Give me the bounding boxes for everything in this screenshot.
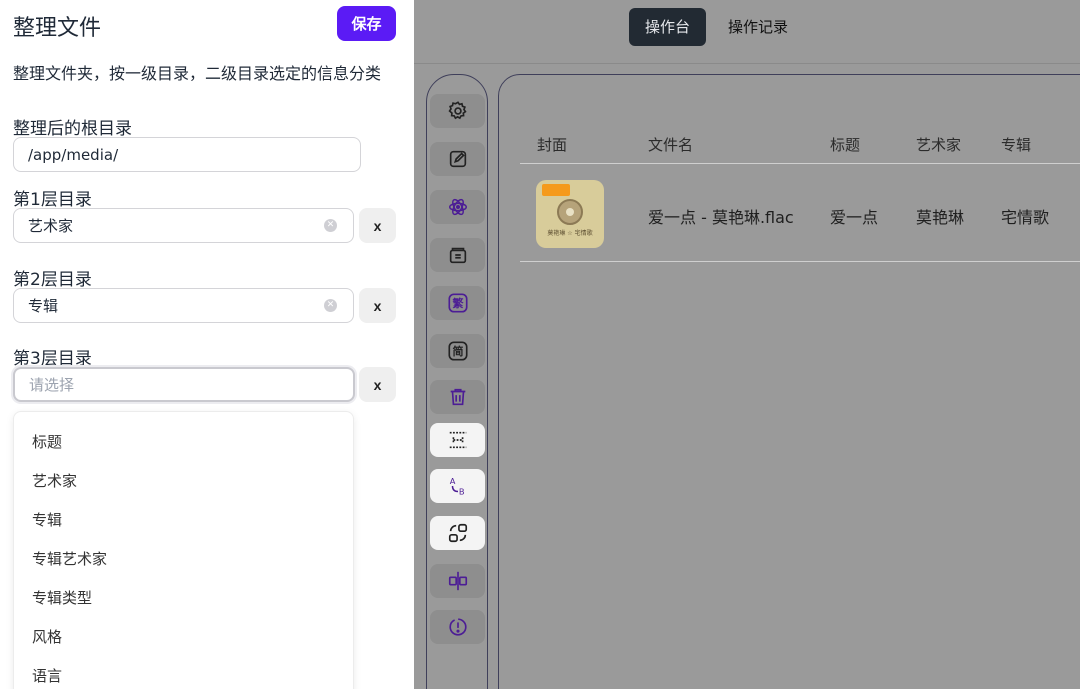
root-dir-value: /app/media/ — [28, 145, 119, 164]
traditional-chinese-icon: 繁 — [447, 293, 468, 313]
option-album-type[interactable]: 专辑类型 — [32, 587, 92, 608]
cover-caption: 莫艳琳 ☆ 宅情歌 — [547, 230, 593, 237]
option-album[interactable]: 专辑 — [32, 509, 62, 530]
remove-level1-button[interactable]: x — [359, 208, 396, 243]
cell-filename: 爱一点 - 莫艳琳.flac — [648, 208, 794, 227]
option-artist[interactable]: 艺术家 — [32, 470, 77, 491]
option-title[interactable]: 标题 — [32, 431, 62, 452]
edit-button[interactable] — [430, 142, 485, 176]
drawer-description: 整理文件夹，按一级目录，二级目录选定的信息分类 — [13, 64, 382, 83]
root-dir-label: 整理后的根目录 — [13, 119, 132, 139]
option-language[interactable]: 语言 — [32, 665, 62, 686]
traditional-glyph: 繁 — [451, 296, 464, 310]
clear-icon[interactable]: ✕ — [324, 219, 337, 232]
header-filename: 文件名 — [648, 136, 694, 154]
header-cover: 封面 — [537, 136, 568, 154]
album-cover: 莫艳琳 ☆ 宅情歌 — [536, 180, 604, 248]
remove-level2-button[interactable]: x — [359, 288, 396, 323]
gear-icon — [447, 101, 467, 120]
level3-label: 第3层目录 — [13, 349, 92, 369]
top-navigation: 操作台 操作记录 — [414, 0, 1080, 64]
simplified-glyph: 简 — [452, 344, 463, 358]
level2-label: 第2层目录 — [13, 270, 92, 290]
ab-b-glyph: B — [458, 486, 464, 496]
swap-button[interactable] — [430, 516, 485, 550]
atom-icon — [448, 198, 467, 216]
tab-history[interactable]: 操作记录 — [712, 8, 804, 46]
package-icon — [449, 247, 466, 264]
delete-button[interactable] — [430, 380, 485, 414]
alert-button[interactable] — [430, 610, 485, 644]
cell-artist: 莫艳琳 — [916, 208, 965, 227]
row-divider — [520, 261, 1080, 262]
level2-value: 专辑 — [28, 297, 59, 315]
header-title: 标题 — [830, 136, 861, 154]
simplified-chinese-button[interactable]: 简 — [430, 334, 485, 368]
root-dir-input[interactable]: /app/media/ — [13, 137, 361, 172]
replace-icon: AB — [449, 476, 464, 496]
edit-icon — [449, 150, 466, 168]
level2-select[interactable]: 专辑 ✕ — [13, 288, 354, 323]
drawer-title: 整理文件 — [13, 16, 102, 41]
header-album: 专辑 — [1001, 136, 1032, 154]
tab-workbench[interactable]: 操作台 — [629, 8, 707, 46]
spacing-button[interactable] — [430, 423, 485, 457]
settings-button[interactable] — [430, 94, 485, 128]
swap-icon — [448, 523, 467, 543]
trash-icon — [450, 388, 465, 406]
header-divider — [520, 163, 1080, 164]
align-center-icon — [448, 571, 467, 591]
atom-button[interactable] — [430, 190, 485, 224]
alert-icon — [448, 618, 467, 636]
replace-button[interactable]: AB — [430, 469, 485, 503]
level3-dropdown: 标题 艺术家 专辑 专辑艺术家 专辑类型 风格 语言 — [13, 411, 354, 689]
disc-icon — [557, 199, 583, 225]
level3-select[interactable]: 请选择 — [13, 367, 355, 402]
option-genre[interactable]: 风格 — [32, 626, 62, 647]
level1-select[interactable]: 艺术家 ✕ — [13, 208, 354, 243]
cell-title: 爱一点 — [830, 208, 879, 227]
level1-value: 艺术家 — [28, 217, 74, 235]
package-button[interactable] — [430, 238, 485, 272]
option-album-artist[interactable]: 专辑艺术家 — [32, 548, 107, 569]
remove-level3-button[interactable]: x — [359, 367, 396, 402]
cover-tag — [542, 184, 570, 196]
traditional-chinese-button[interactable]: 繁 — [430, 286, 485, 320]
save-button[interactable]: 保存 — [337, 6, 396, 41]
file-table-panel — [498, 74, 1080, 689]
header-artist: 艺术家 — [916, 136, 962, 154]
ab-a-glyph: A — [449, 476, 455, 486]
simplified-chinese-icon: 简 — [447, 341, 468, 361]
level1-label: 第1层目录 — [13, 190, 92, 210]
clear-icon[interactable]: ✕ — [324, 299, 337, 312]
level3-placeholder: 请选择 — [29, 376, 75, 394]
align-center-button[interactable] — [430, 564, 485, 598]
organize-files-drawer: 整理文件 保存 整理文件夹，按一级目录，二级目录选定的信息分类 整理后的根目录 … — [0, 0, 414, 689]
spacing-icon — [449, 431, 466, 449]
cell-album: 宅情歌 — [1001, 208, 1050, 227]
